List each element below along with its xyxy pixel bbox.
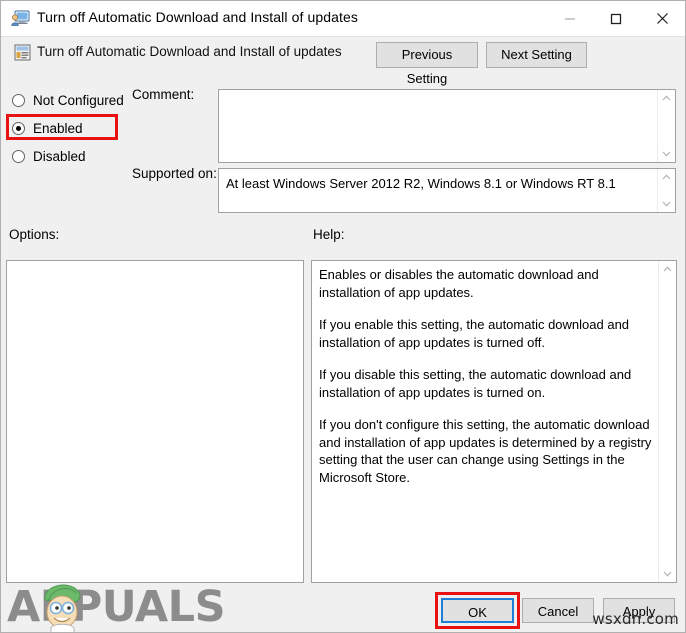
- appuals-wordmark: APPUALS: [7, 582, 226, 632]
- comment-scrollbar[interactable]: [657, 90, 675, 162]
- help-paragraph: If you disable this setting, the automat…: [319, 367, 632, 400]
- window-title: Turn off Automatic Download and Install …: [37, 9, 358, 25]
- radio-enabled[interactable]: Enabled: [12, 118, 83, 138]
- minimize-button[interactable]: [547, 1, 593, 36]
- title-bar: Turn off Automatic Download and Install …: [1, 1, 685, 37]
- appuals-watermark: APPUALS: [7, 578, 226, 632]
- radio-label-not-configured: Not Configured: [33, 92, 124, 108]
- maximize-icon: [610, 13, 622, 24]
- help-content: Enables or disables the automatic downlo…: [319, 266, 656, 486]
- group-policy-setting-dialog: Turn off Automatic Download and Install …: [0, 0, 686, 633]
- maximize-button[interactable]: [593, 1, 639, 36]
- radio-circle-selected-icon: [12, 121, 25, 135]
- policy-setting-icon: [14, 44, 31, 61]
- radio-circle-icon: [12, 149, 25, 163]
- setting-header: Turn off Automatic Download and Install …: [1, 37, 685, 86]
- comment-label: Comment:: [132, 87, 195, 102]
- chevron-down-icon[interactable]: [659, 566, 676, 582]
- close-icon: [656, 13, 668, 24]
- minimize-icon: [565, 18, 575, 19]
- ok-button[interactable]: OK: [441, 598, 514, 623]
- options-panel[interactable]: [6, 260, 304, 583]
- help-paragraph: If you don't configure this setting, the…: [319, 417, 652, 485]
- appuals-mascot-icon: [44, 584, 81, 632]
- help-paragraph: If you enable this setting, the automati…: [319, 317, 630, 350]
- chevron-up-icon[interactable]: [659, 261, 676, 277]
- help-label: Help:: [313, 227, 345, 242]
- chevron-up-icon[interactable]: [658, 169, 675, 185]
- previous-setting-button[interactable]: Previous Setting: [376, 42, 478, 86]
- supported-on-label: Supported on:: [132, 166, 217, 181]
- supported-on-scrollbar[interactable]: [657, 169, 675, 212]
- setting-title: Turn off Automatic Download and Install …: [37, 44, 342, 59]
- radio-not-configured[interactable]: Not Configured: [12, 90, 124, 110]
- next-setting-button[interactable]: Next Setting: [486, 42, 587, 68]
- chevron-down-icon[interactable]: [658, 196, 675, 212]
- comment-textbox[interactable]: [218, 89, 676, 163]
- chevron-up-icon[interactable]: [658, 90, 675, 106]
- radio-label-disabled: Disabled: [33, 148, 86, 164]
- radio-circle-icon: [12, 93, 25, 107]
- supported-on-value: At least Windows Server 2012 R2, Windows…: [226, 176, 616, 191]
- monitor-user-icon: [11, 10, 30, 27]
- close-button[interactable]: [639, 1, 685, 36]
- options-label: Options:: [9, 227, 60, 242]
- chevron-down-icon[interactable]: [658, 146, 675, 162]
- help-panel[interactable]: Enables or disables the automatic downlo…: [311, 260, 677, 583]
- help-paragraph: Enables or disables the automatic downlo…: [319, 267, 599, 300]
- cancel-button[interactable]: Cancel: [522, 598, 594, 623]
- radio-disabled[interactable]: Disabled: [12, 146, 86, 166]
- apply-button[interactable]: Apply: [603, 598, 675, 623]
- help-scrollbar[interactable]: [658, 261, 676, 582]
- supported-on-textbox[interactable]: At least Windows Server 2012 R2, Windows…: [218, 168, 676, 213]
- radio-label-enabled: Enabled: [33, 120, 83, 136]
